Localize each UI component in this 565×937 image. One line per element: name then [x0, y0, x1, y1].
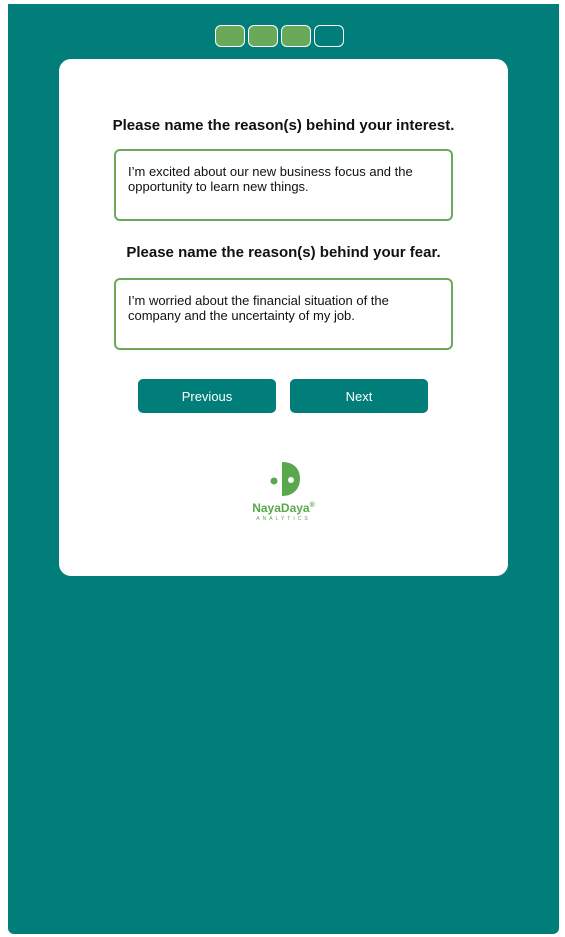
survey-card: Please name the reason(s) behind your in…	[59, 59, 508, 576]
nayadaya-logo: NayaDaya® ANALYTICS	[59, 459, 508, 522]
app-background: Please name the reason(s) behind your in…	[8, 4, 559, 934]
logo-wordmark: NayaDaya®	[252, 501, 315, 515]
progress-step-1	[215, 25, 245, 47]
answer-fear-field[interactable]: I’m worried about the financial situatio…	[114, 278, 453, 350]
logo-face-icon	[270, 462, 300, 496]
question-fear-label: Please name the reason(s) behind your fe…	[126, 244, 441, 261]
progress-step-3	[281, 25, 311, 47]
previous-button[interactable]: Previous	[138, 379, 276, 413]
question-interest-label: Please name the reason(s) behind your in…	[112, 117, 455, 134]
progress-indicator	[215, 25, 344, 47]
progress-step-2	[248, 25, 278, 47]
answer-interest-field[interactable]: I’m excited about our new business focus…	[114, 149, 453, 221]
next-button[interactable]: Next	[290, 379, 428, 413]
progress-step-4	[314, 25, 344, 47]
logo-subtitle: ANALYTICS	[256, 516, 311, 522]
